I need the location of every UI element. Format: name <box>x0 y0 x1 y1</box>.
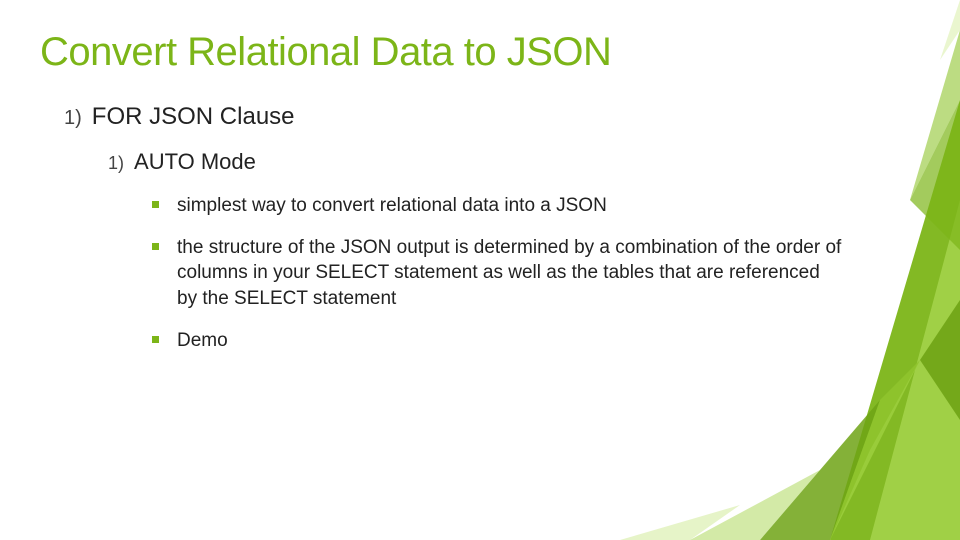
bullet-item: Demo <box>152 328 842 354</box>
bullet-item: simplest way to convert relational data … <box>152 193 842 219</box>
level2-number: 1) <box>108 153 124 174</box>
bullet-text: the structure of the JSON output is dete… <box>177 235 842 312</box>
level1-number: 1) <box>64 107 82 130</box>
square-bullet-icon <box>152 243 159 250</box>
level1-text: FOR JSON Clause <box>92 103 295 131</box>
square-bullet-icon <box>152 336 159 343</box>
outline-level1: 1) FOR JSON Clause <box>64 103 920 131</box>
level2-text: AUTO Mode <box>134 149 256 175</box>
bullet-text: Demo <box>177 328 228 354</box>
bullet-text: simplest way to convert relational data … <box>177 193 607 219</box>
square-bullet-icon <box>152 201 159 208</box>
outline-level2: 1) AUTO Mode <box>108 149 920 175</box>
slide-container: Convert Relational Data to JSON 1) FOR J… <box>0 0 960 540</box>
slide-title: Convert Relational Data to JSON <box>40 30 920 75</box>
bullet-item: the structure of the JSON output is dete… <box>152 235 842 312</box>
